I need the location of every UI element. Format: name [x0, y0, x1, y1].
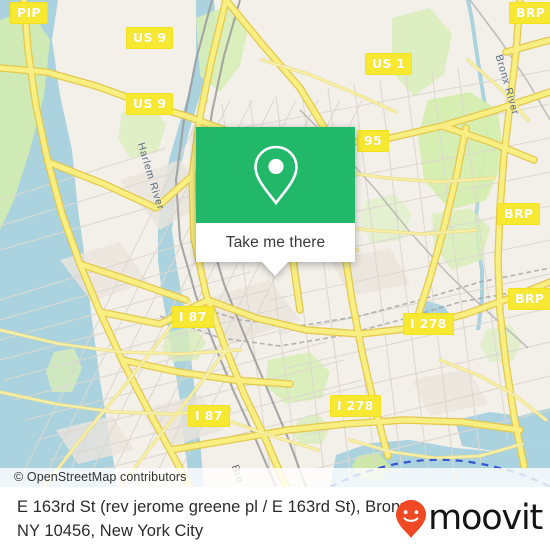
popup-tail [262, 262, 288, 276]
moovit-logo[interactable]: moovit [395, 497, 543, 539]
shield-brp-low: BRP [508, 288, 550, 310]
shield-brp-mid: BRP [497, 203, 541, 225]
take-me-there-button[interactable]: Take me there [196, 223, 355, 262]
address-line-1: E 163rd St (rev jerome greene pl / E 163… [17, 498, 414, 516]
popup-marker-area [196, 127, 355, 223]
footer-bar: E 163rd St (rev jerome greene pl / E 163… [0, 487, 550, 550]
shield-us9-south: US 9 [126, 93, 174, 115]
shield-i278-east: I 278 [403, 313, 454, 335]
shield-brp-top: BRP [509, 2, 550, 24]
shield-us1: US 1 [365, 53, 413, 75]
shield-pip: PIP [10, 2, 48, 24]
map-pin-icon [253, 145, 298, 206]
osm-attribution: © OpenStreetMap contributors [0, 468, 550, 487]
shield-i95: 95 [357, 130, 389, 152]
location-popup-card[interactable]: Take me there [196, 127, 355, 276]
map-screenshot: PIP US 9 US 9 US 1 BRP 95 BRP BRP I 87 I… [0, 0, 550, 550]
address-text: E 163rd St (rev jerome greene pl / E 163… [17, 495, 427, 543]
address-line-2: NY 10456, New York City [17, 522, 204, 540]
shield-us9-north: US 9 [126, 27, 174, 49]
shield-i87-south: I 87 [188, 405, 230, 427]
moovit-wordmark: moovit [428, 497, 543, 538]
shield-i278-south: I 278 [330, 395, 381, 417]
shield-i87-north: I 87 [172, 306, 214, 328]
moovit-pin-smiley-icon [396, 500, 427, 538]
